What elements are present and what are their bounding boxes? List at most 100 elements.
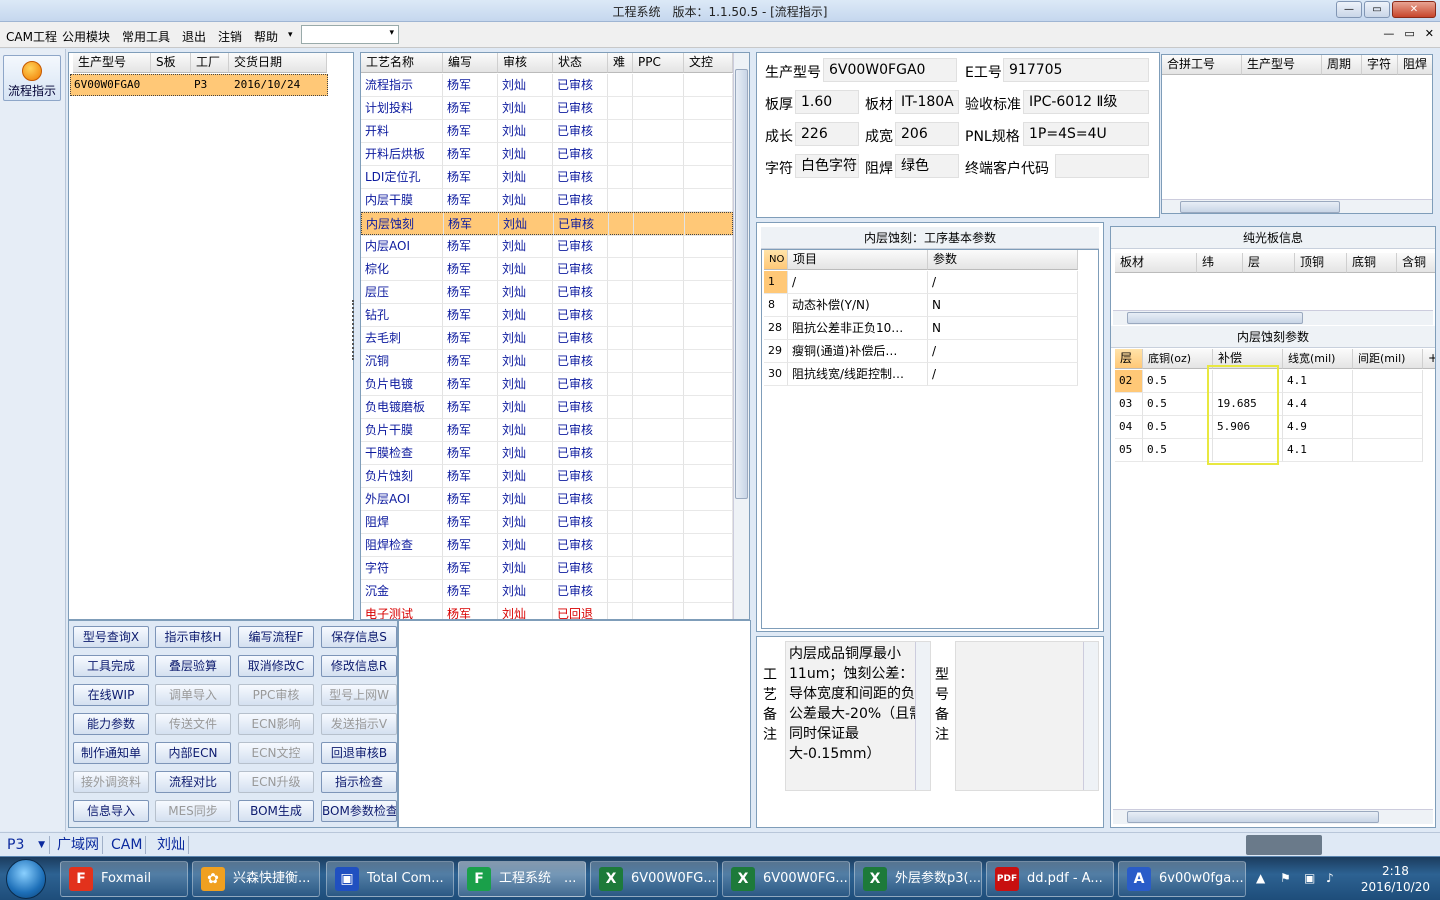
model-note-scrollbar[interactable] [1083, 642, 1098, 790]
taskbar-item[interactable]: X 6V00W0FG... [722, 861, 850, 897]
process-row[interactable]: 内层干膜 杨军 刘灿 已审核 [361, 189, 733, 212]
col-header-bottom-copper[interactable]: 底铜 [1347, 253, 1397, 273]
action-button[interactable]: 型号查询X [73, 626, 149, 648]
col-header-etch-layer[interactable]: 层 [1115, 349, 1143, 369]
minimize-button[interactable]: — [1336, 1, 1362, 18]
mdi-minimize-button[interactable]: — [1383, 27, 1394, 40]
width-value[interactable]: 206 [895, 122, 959, 146]
length-value[interactable]: 226 [795, 122, 859, 146]
close-button[interactable]: ✕ [1392, 1, 1436, 18]
menu-help[interactable]: 帮助 [254, 28, 278, 45]
process-row[interactable]: 字符 杨军 刘灿 已审核 [361, 557, 733, 580]
col-header-layer[interactable]: 层 [1243, 253, 1295, 273]
process-row[interactable]: 沉金 杨军 刘灿 已审核 [361, 580, 733, 603]
taskbar-item[interactable]: PDF dd.pdf - A... [986, 861, 1114, 897]
col-header-ppc[interactable]: PPC [633, 53, 684, 73]
action-button[interactable]: 发送指示V [321, 713, 397, 735]
action-button[interactable]: 流程对比 [155, 771, 231, 793]
col-header-process[interactable]: 工艺名称 [361, 53, 443, 73]
menu-public[interactable]: 公用模块 [62, 28, 110, 45]
col-header-reviewer[interactable]: 审核 [498, 53, 553, 73]
material-value[interactable]: IT-180A [895, 90, 959, 114]
etch-hscroll-thumb[interactable] [1127, 811, 1379, 823]
col-header-top-copper[interactable]: 顶铜 [1295, 253, 1347, 273]
process-row[interactable]: 阻焊检查 杨军 刘灿 已审核 [361, 534, 733, 557]
param-row[interactable]: 29 瘦铜(通道)补偿后… / [762, 340, 1078, 363]
process-row[interactable]: LDI定位孔 杨军 刘灿 已审核 [361, 166, 733, 189]
tray-expand-icon[interactable]: ▲ [1256, 871, 1265, 885]
merge-hscroll[interactable] [1162, 199, 1432, 213]
etch-hscroll[interactable] [1113, 809, 1433, 824]
eno-value[interactable]: 917705 [1003, 58, 1149, 82]
mdi-restore-button[interactable]: ▭ [1404, 27, 1414, 40]
col-header-contain-copper[interactable]: 含铜 [1397, 253, 1435, 273]
process-row[interactable]: 外层AOI 杨军 刘灿 已审核 [361, 488, 733, 511]
std-value[interactable]: IPC-6012 Ⅱ级 [1023, 90, 1149, 114]
col-header-merge-model[interactable]: 生产型号 [1242, 55, 1322, 75]
action-button[interactable]: MES同步 [155, 800, 231, 822]
menu-cam[interactable]: CAM工程 [6, 28, 57, 45]
menu-overflow-icon[interactable]: ▾ [288, 30, 293, 40]
action-button[interactable]: 取消修改C [238, 655, 314, 677]
process-row[interactable]: 电子测试 杨军 刘灿 已回退 [361, 603, 733, 619]
taskbar-item[interactable]: A 6v00w0fga... [1118, 861, 1246, 897]
taskbar-item[interactable]: ✿ 兴森快捷衡... [192, 861, 320, 897]
network-icon[interactable]: ▣ [1304, 871, 1315, 885]
action-button[interactable]: 接外调资料 [73, 771, 149, 793]
process-row[interactable]: 开料后烘板 杨军 刘灿 已审核 [361, 143, 733, 166]
process-scroll-thumb[interactable] [735, 69, 748, 499]
order-row[interactable]: 6V00W0FGA0 P3 2016/10/24 [70, 74, 328, 96]
mdi-close-button[interactable]: ✕ [1425, 27, 1434, 40]
process-row[interactable]: 负片电镀 杨军 刘灿 已审核 [361, 373, 733, 396]
menu-tools[interactable]: 常用工具 [122, 28, 170, 45]
col-header-mask[interactable]: 阻焊 [1398, 55, 1432, 75]
flag-icon[interactable]: ⚑ [1280, 871, 1291, 885]
col-header-param[interactable]: 参数 [928, 250, 1078, 270]
action-button[interactable]: 指示审核H [155, 626, 231, 648]
taskbar-item[interactable]: F 工程系统 ... [458, 861, 586, 897]
process-note-text[interactable]: 内层成品铜厚最小11um；蚀刻公差：导体宽度和间距的负公差最大-20%（且需同时… [785, 641, 931, 791]
col-header-board[interactable]: 板材 [1115, 253, 1197, 273]
process-row[interactable]: 干膜检查 杨军 刘灿 已审核 [361, 442, 733, 465]
taskbar-item[interactable]: X 外层参数p3(... [854, 861, 982, 897]
col-header-period[interactable]: 周期 [1322, 55, 1362, 75]
process-row[interactable]: 层压 杨军 刘灿 已审核 [361, 281, 733, 304]
param-row[interactable]: 1// [762, 271, 1078, 294]
process-row[interactable]: 沉铜 杨军 刘灿 已审核 [361, 350, 733, 373]
param-row[interactable]: 28 阻抗公差非正负10… N [762, 317, 1078, 340]
char-value[interactable]: 白色字符 [795, 154, 859, 178]
factory-select[interactable]: P3 ▼ [4, 836, 50, 854]
pnl-value[interactable]: 1P=4S=4U [1023, 122, 1149, 146]
volume-icon[interactable]: ♪ [1326, 871, 1334, 885]
action-button[interactable]: PPC审核 [238, 684, 314, 706]
taskbar-item[interactable]: X 6V00W0FG... [590, 861, 718, 897]
taskbar-item[interactable]: F Foxmail [60, 861, 188, 897]
col-header-factory[interactable]: 工厂 [191, 53, 229, 73]
model-value[interactable]: 6V00W0FGA0 [823, 58, 957, 82]
action-button[interactable]: BOM生成 [238, 800, 314, 822]
action-button[interactable]: 指示检查 [321, 771, 397, 793]
action-button[interactable]: 内部ECN [155, 742, 231, 764]
model-note-text[interactable] [955, 641, 1099, 791]
action-button[interactable]: 工具完成 [73, 655, 149, 677]
action-button[interactable]: ECN影响 [238, 713, 314, 735]
col-header-author[interactable]: 编写 [443, 53, 498, 73]
col-header-difficulty[interactable]: 难 [608, 53, 633, 73]
param-row[interactable]: 30 阻抗线宽/线距控制… / [762, 363, 1078, 386]
col-header-char[interactable]: 字符 [1362, 55, 1398, 75]
flow-indicator-button[interactable]: 流程指示 [3, 55, 61, 101]
col-header-base-copper[interactable]: 底铜(oz) [1143, 349, 1213, 369]
col-header-line-width[interactable]: 线宽(mil) [1283, 349, 1353, 369]
action-button[interactable]: 编写流程F [238, 626, 314, 648]
customer-code-value[interactable] [1055, 154, 1149, 178]
mask-value[interactable]: 绿色 [895, 154, 959, 178]
col-header-weft[interactable]: 纬 [1197, 253, 1243, 273]
process-row[interactable]: 去毛刺 杨军 刘灿 已审核 [361, 327, 733, 350]
taskbar-item[interactable]: ▣ Total Com... [326, 861, 454, 897]
col-header-model[interactable]: 生产型号 [73, 53, 151, 73]
action-button[interactable]: 调单导入 [155, 684, 231, 706]
process-row[interactable]: 负片干膜 杨军 刘灿 已审核 [361, 419, 733, 442]
action-button[interactable]: 叠层验算 [155, 655, 231, 677]
process-row[interactable]: 计划投料 杨军 刘灿 已审核 [361, 97, 733, 120]
thick-value[interactable]: 1.60 [795, 90, 859, 114]
